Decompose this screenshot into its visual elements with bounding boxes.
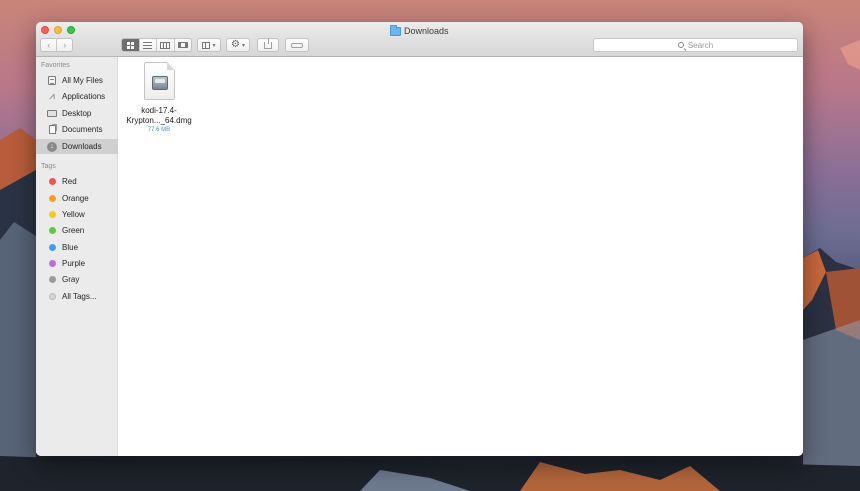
arrange-button[interactable]: ▾ bbox=[197, 38, 221, 52]
sidebar-item-label: Blue bbox=[62, 243, 79, 252]
cover-flow-icon bbox=[177, 42, 188, 48]
tag-color-dot bbox=[48, 276, 56, 283]
share-button[interactable] bbox=[257, 37, 279, 52]
file-name-line-2: Krypton..._64.dmg bbox=[126, 116, 192, 125]
sidebar-item-label: Orange bbox=[62, 194, 89, 203]
sidebar-item-all-my-files[interactable]: All My Files bbox=[36, 73, 118, 88]
chevron-left-icon: ‹ bbox=[47, 40, 51, 50]
share-icon bbox=[264, 37, 272, 49]
maximize-window-button[interactable] bbox=[67, 26, 75, 34]
minimize-window-button[interactable] bbox=[54, 26, 62, 34]
list-view-button[interactable] bbox=[138, 39, 157, 51]
sidebar-tag-red[interactable]: Red bbox=[36, 174, 118, 189]
sidebar-tag-purple[interactable]: Purple bbox=[36, 256, 118, 271]
folder-icon bbox=[390, 24, 401, 36]
sidebar-tag-yellow[interactable]: Yellow bbox=[36, 207, 118, 222]
sidebar-item-label: Gray bbox=[62, 275, 80, 284]
sidebar-tag-gray[interactable]: Gray bbox=[36, 272, 118, 287]
tag-color-dot bbox=[48, 244, 56, 251]
column-view-icon bbox=[160, 41, 171, 49]
finder-window: Downloads ‹ › ▾ ⚙ ▾ Search Favorites All… bbox=[36, 22, 803, 456]
chevron-down-icon: ▾ bbox=[241, 42, 245, 49]
window-title: Downloads bbox=[404, 26, 449, 36]
sidebar-item-label: Green bbox=[62, 226, 85, 235]
tag-color-dot bbox=[48, 227, 56, 234]
sidebar-item-label: Purple bbox=[62, 259, 86, 268]
tags-header: Tags bbox=[41, 163, 56, 170]
sidebar-item-label: Red bbox=[62, 177, 77, 186]
file-name-line-1: kodi-17.4- bbox=[141, 106, 177, 115]
search-icon bbox=[677, 42, 684, 48]
sidebar-tag-blue[interactable]: Blue bbox=[36, 240, 118, 255]
sidebar-tag-green[interactable]: Green bbox=[36, 223, 118, 238]
title-bar: Downloads ‹ › ▾ ⚙ ▾ Search bbox=[36, 22, 803, 57]
action-button[interactable]: ⚙ ▾ bbox=[226, 38, 250, 52]
search-placeholder: Search bbox=[687, 40, 714, 50]
all-my-files-icon bbox=[48, 76, 56, 85]
sidebar-item-label: Downloads bbox=[62, 142, 102, 151]
dmg-disk-image-icon bbox=[143, 62, 175, 100]
forward-button[interactable]: › bbox=[56, 39, 72, 51]
sidebar-item-label: All My Files bbox=[62, 76, 103, 85]
tag-color-dot bbox=[48, 211, 56, 218]
icon-view-button[interactable] bbox=[122, 39, 139, 51]
favorites-header: Favorites bbox=[41, 62, 70, 69]
sidebar-item-documents[interactable]: Documents bbox=[36, 122, 118, 137]
sidebar-tag-all-tags[interactable]: All Tags... bbox=[36, 289, 118, 304]
navigation-buttons: ‹ › bbox=[40, 38, 73, 52]
tag-icon bbox=[291, 42, 303, 48]
sidebar-tag-orange[interactable]: Orange bbox=[36, 191, 118, 206]
documents-icon bbox=[48, 125, 56, 134]
file-item[interactable]: kodi-17.4- Krypton..._64.dmg 77.6 MB bbox=[119, 62, 199, 133]
sidebar-item-label: Yellow bbox=[62, 210, 85, 219]
sidebar-item-label: All Tags... bbox=[62, 292, 97, 301]
view-mode-selector bbox=[121, 38, 192, 52]
cover-flow-view-button[interactable] bbox=[173, 39, 192, 51]
sidebar: Favorites All My Files ⩘ Applications De… bbox=[36, 57, 118, 456]
arrange-icon bbox=[202, 41, 211, 49]
icon-view-icon bbox=[126, 41, 134, 49]
close-window-button[interactable] bbox=[41, 26, 49, 34]
sidebar-item-applications[interactable]: ⩘ Applications bbox=[36, 89, 118, 104]
applications-icon: ⩘ bbox=[49, 90, 55, 102]
column-view-button[interactable] bbox=[156, 39, 174, 51]
tag-color-dot bbox=[48, 195, 56, 202]
chevron-down-icon: ▾ bbox=[212, 42, 216, 49]
tag-color-dot bbox=[48, 178, 56, 185]
sidebar-item-label: Documents bbox=[62, 125, 103, 134]
sidebar-item-label: Applications bbox=[62, 92, 106, 101]
downloads-icon: ↓ bbox=[47, 141, 57, 152]
gear-icon: ⚙ bbox=[231, 39, 240, 50]
back-button[interactable]: ‹ bbox=[41, 39, 56, 51]
file-name: kodi-17.4- Krypton..._64.dmg bbox=[119, 106, 199, 126]
search-field[interactable]: Search bbox=[593, 38, 798, 52]
file-browser-area[interactable]: kodi-17.4- Krypton..._64.dmg 77.6 MB bbox=[119, 57, 803, 456]
all-tags-icon bbox=[48, 293, 56, 300]
window-title-group: Downloads bbox=[390, 24, 449, 37]
tag-color-dot bbox=[48, 260, 56, 267]
sidebar-item-label: Desktop bbox=[62, 109, 92, 118]
sidebar-item-desktop[interactable]: Desktop bbox=[36, 106, 118, 121]
chevron-right-icon: › bbox=[63, 40, 67, 50]
file-size: 77.6 MB bbox=[147, 127, 171, 133]
list-view-icon bbox=[143, 41, 153, 49]
sidebar-item-downloads[interactable]: ↓ Downloads bbox=[36, 139, 118, 154]
desktop-icon bbox=[47, 110, 57, 117]
edit-tags-button[interactable] bbox=[285, 38, 309, 52]
